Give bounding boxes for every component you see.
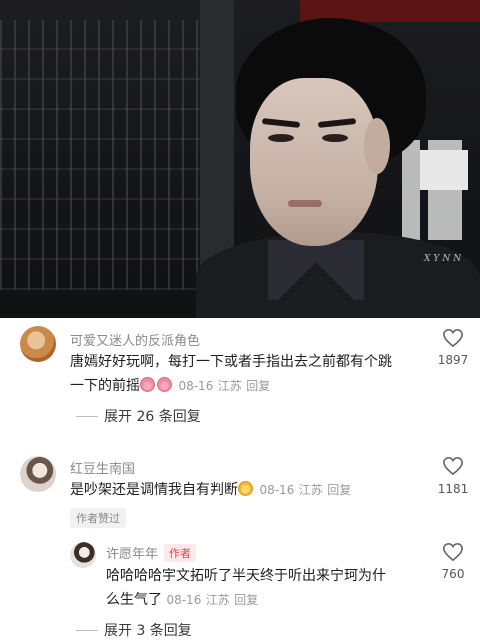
comment-text-line-2: 一下的前摇 08-16 江苏 回复 bbox=[70, 377, 271, 394]
reply-button[interactable]: 回复 bbox=[327, 483, 351, 497]
comment-text-line: 唐嫣好好玩啊，每打一下或者手指出去之前都有个跳 bbox=[70, 354, 392, 370]
lips bbox=[288, 200, 322, 207]
avatar[interactable] bbox=[20, 456, 56, 492]
expand-replies-button[interactable]: 展开 26 条回复 bbox=[76, 406, 201, 426]
pig-emoji-icon bbox=[140, 377, 155, 392]
comment-date: 08-16 bbox=[259, 483, 295, 497]
avatar[interactable] bbox=[20, 326, 56, 362]
comment-location: 江苏 bbox=[217, 379, 242, 393]
cat-emoji-icon bbox=[238, 481, 253, 496]
expand-replies-button[interactable]: 展开 3 条回复 bbox=[76, 620, 192, 640]
reply-avatar[interactable] bbox=[70, 542, 96, 568]
pig-emoji-icon bbox=[157, 377, 172, 392]
ear bbox=[364, 118, 390, 174]
like-count: 760 bbox=[441, 567, 465, 581]
reply-location: 江苏 bbox=[205, 593, 230, 607]
comment-date: 08-16 bbox=[178, 379, 214, 393]
like-count: 1181 bbox=[437, 482, 469, 496]
reply-button[interactable]: 回复 bbox=[234, 593, 258, 607]
video-still[interactable]: XYNN bbox=[0, 0, 480, 318]
reply-text-line: 哈哈哈哈宇文拓听了半天终于听出来宁珂为什 bbox=[106, 568, 386, 584]
face bbox=[250, 78, 378, 246]
robe-collar bbox=[268, 240, 364, 300]
author-tag: 作者 bbox=[164, 544, 197, 562]
comment-location: 江苏 bbox=[298, 483, 323, 497]
window-pane bbox=[420, 150, 468, 190]
comment-username[interactable]: 红豆生南国 bbox=[70, 458, 135, 477]
author-liked-badge: 作者赞过 bbox=[70, 508, 126, 528]
heart-outline-icon[interactable] bbox=[442, 328, 464, 348]
like-count: 1897 bbox=[437, 353, 469, 367]
reply-text[interactable]: 哈哈哈哈宇文拓听了半天终于听出来宁珂为什 么生气了 08-16 江苏 回复 bbox=[106, 564, 436, 612]
video-watermark: XYNN bbox=[424, 254, 465, 264]
eye-right bbox=[322, 134, 348, 142]
reply-text-line-2: 么生气了 08-16 江苏 回复 bbox=[106, 592, 259, 608]
eye-left bbox=[268, 134, 294, 142]
comment-text[interactable]: 是吵架还是调情我自有判断 08-16 江苏 回复 bbox=[70, 478, 420, 502]
reply-button[interactable]: 回复 bbox=[246, 379, 270, 393]
comment-text[interactable]: 唐嫣好好玩啊，每打一下或者手指出去之前都有个跳 一下的前摇 08-16 江苏 回… bbox=[70, 350, 420, 398]
heart-outline-icon[interactable] bbox=[442, 542, 464, 562]
reply-username[interactable]: 许愿年年 作者 bbox=[106, 543, 197, 562]
lattice-window bbox=[0, 20, 200, 290]
heart-outline-icon[interactable] bbox=[442, 456, 464, 476]
reply-date: 08-16 bbox=[166, 593, 202, 607]
comment-username[interactable]: 可爱又迷人的反派角色 bbox=[70, 330, 200, 349]
